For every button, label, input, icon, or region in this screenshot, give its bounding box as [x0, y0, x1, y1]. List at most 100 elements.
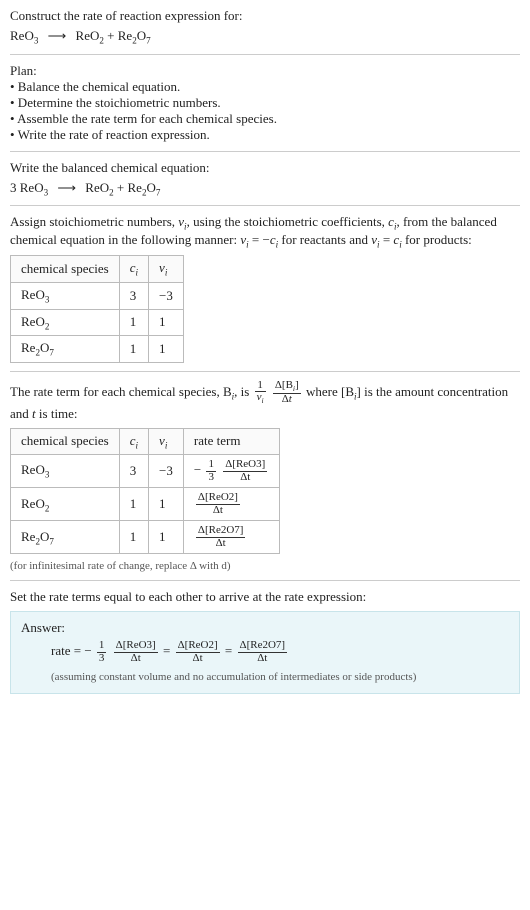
frac-1-3: 13 — [97, 640, 107, 664]
assign-paragraph: Assign stoichiometric numbers, νi, using… — [10, 214, 520, 249]
eq2: = — [380, 232, 394, 247]
divider — [10, 371, 520, 372]
prompt-line: Construct the rate of reaction expressio… — [10, 8, 520, 24]
i: i — [136, 268, 139, 278]
col-ci: ci — [119, 428, 148, 455]
species: ReO2 — [11, 309, 120, 336]
den: Δt — [196, 538, 246, 550]
eq: = — [163, 643, 174, 658]
species: Re2O7 — [11, 336, 120, 363]
stoich-table: chemical species ci νi ReO3 3 −3 ReO2 1 … — [10, 255, 184, 362]
ob: O — [147, 180, 156, 195]
nui: −3 — [149, 455, 184, 488]
assumption-note: (assuming constant volume and no accumul… — [51, 671, 509, 683]
neg: − — [194, 462, 201, 477]
sub3: 3 — [34, 36, 39, 46]
sub3b: 3 — [44, 187, 49, 197]
balanced-title: Write the balanced chemical equation: — [10, 160, 520, 176]
divider — [10, 205, 520, 206]
sub2: 2 — [99, 36, 104, 46]
frac-1-nui: 1νi — [255, 380, 266, 406]
nui: 1 — [149, 521, 184, 554]
txt: Assign stoichiometric numbers, — [10, 214, 178, 229]
reactant-reo3: ReO3 — [10, 28, 38, 43]
plan-title: Plan: — [10, 63, 520, 79]
sp2: O — [40, 340, 49, 355]
nui: −3 — [149, 282, 184, 309]
reo-p1b: ReO — [85, 180, 109, 195]
frac-dre2o7-dt: Δ[Re2O7]Δt — [238, 640, 288, 664]
frac-1-3: 13 — [206, 459, 216, 483]
plan-item-3: • Assemble the rate term for each chemic… — [10, 111, 520, 127]
product-reo2-b: ReO2 — [85, 180, 113, 195]
rate-term: − 13 Δ[ReO3]Δt — [183, 455, 279, 488]
sub: 2 — [45, 321, 50, 331]
sp: Re — [21, 340, 35, 355]
ci: 1 — [119, 309, 148, 336]
sp: ReO — [21, 314, 45, 329]
table-row: ReO3 3 −3 − 13 Δ[ReO3]Δt — [11, 455, 280, 488]
ci: 3 — [119, 455, 148, 488]
txt: for reactants and — [278, 232, 371, 247]
balanced-equation: 3 ReO3 ⟶ ReO2 + Re2O7 — [10, 180, 520, 198]
table-header-row: chemical species ci νi — [11, 256, 184, 283]
frac-dreo3-dt: Δ[ReO3]Δt — [114, 640, 158, 664]
i: i — [136, 440, 139, 450]
col-nui: νi — [149, 428, 184, 455]
sub7: 7 — [146, 36, 151, 46]
rate-term-paragraph: The rate term for each chemical species,… — [10, 380, 520, 422]
frac-dreo2-dt: Δ[ReO2]Δt — [196, 492, 240, 516]
sub2b: 2 — [109, 187, 114, 197]
txt: The rate term for each chemical species,… — [10, 384, 232, 399]
frac-dre2o7-dt: Δ[Re2O7]Δt — [196, 525, 246, 549]
col-rate-term: rate term — [183, 428, 279, 455]
product-re2o7-b: Re2O7 — [128, 180, 161, 195]
table-row: Re2O7 1 1 — [11, 336, 184, 363]
den: Δt — [196, 505, 240, 517]
reo: ReO — [10, 28, 34, 43]
frac-dbi-dt: Δ[Bi]Δt — [273, 380, 301, 406]
frac-dreo2-dt: Δ[ReO2]Δt — [176, 640, 220, 664]
table-row: ReO2 1 1 Δ[ReO2]Δt — [11, 488, 280, 521]
rate-term: Δ[Re2O7]Δt — [183, 521, 279, 554]
i: i — [165, 440, 168, 450]
txt: is time: — [36, 406, 78, 421]
plan-item-1: • Balance the chemical equation. — [10, 79, 520, 95]
plan-item-2: • Determine the stoichiometric numbers. — [10, 95, 520, 111]
species: ReO2 — [11, 488, 120, 521]
txt: for products: — [402, 232, 472, 247]
re: Re — [118, 28, 132, 43]
den: Δt — [223, 472, 267, 484]
nui: 1 — [149, 309, 184, 336]
arrow-icon: ⟶ — [57, 180, 76, 196]
reo-p1: ReO — [76, 28, 100, 43]
sub7b: 7 — [156, 187, 161, 197]
product-re2o7: Re2O7 — [118, 28, 151, 43]
eq: = − — [249, 232, 270, 247]
num: Δ[ReO3] — [223, 459, 267, 472]
divider — [10, 580, 520, 581]
ci: 1 — [119, 488, 148, 521]
product-reo2: ReO2 — [76, 28, 104, 43]
num: Δ[Re2O7] — [196, 525, 246, 538]
reactant-reo3-b: ReO3 — [20, 180, 48, 195]
col-species: chemical species — [11, 428, 120, 455]
rate-eq: rate = — [51, 643, 84, 658]
table-header-row: chemical species ci νi rate term — [11, 428, 280, 455]
neg: − — [84, 643, 91, 658]
rate-expression: rate = − 13 Δ[ReO3]Δt = Δ[ReO2]Δt = Δ[Re… — [51, 640, 509, 664]
answer-box: Answer: rate = − 13 Δ[ReO3]Δt = Δ[ReO2]Δ… — [10, 611, 520, 693]
num: 1 — [206, 459, 216, 472]
re-b: Re — [128, 180, 142, 195]
den: 3 — [97, 653, 107, 665]
sub2: 7 — [49, 348, 54, 358]
species: ReO3 — [11, 282, 120, 309]
den: Δt — [238, 653, 288, 665]
infinitesimal-note: (for infinitesimal rate of change, repla… — [10, 560, 520, 572]
reo-b: ReO — [20, 180, 44, 195]
sub: 3 — [45, 295, 50, 305]
col-species: chemical species — [11, 256, 120, 283]
den: 3 — [206, 472, 216, 484]
den: Δt — [176, 653, 220, 665]
divider — [10, 54, 520, 55]
